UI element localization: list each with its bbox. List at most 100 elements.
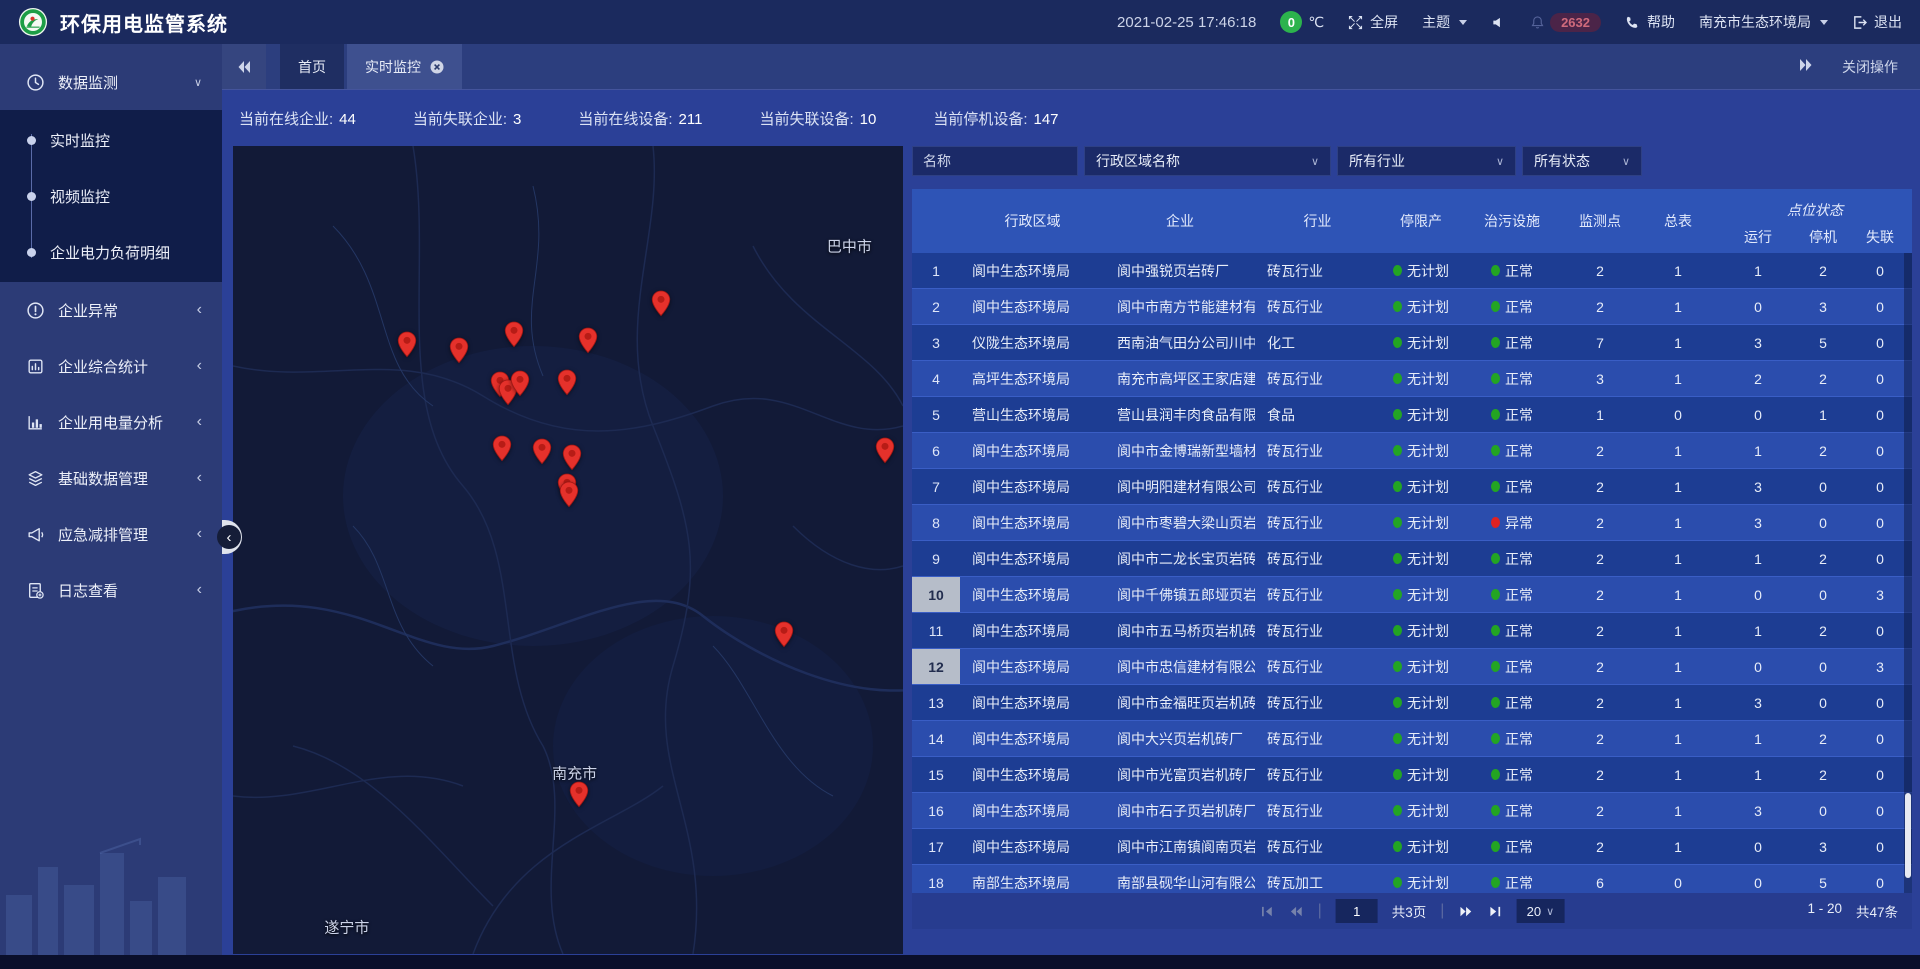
- status-text: 无计划: [1407, 261, 1449, 281]
- cell-running: 0: [1718, 649, 1798, 684]
- cell-company: 西南油气田分公司川中: [1105, 325, 1255, 360]
- row-index: 12: [912, 649, 960, 684]
- cell-total-meters: 1: [1638, 721, 1718, 756]
- sidebar-subitem-realtime-monitoring[interactable]: 实时监控: [0, 112, 222, 168]
- status-filter-select[interactable]: 所有状态: [1522, 146, 1642, 176]
- chevron-double-right-icon: [1798, 57, 1814, 73]
- tabs-scroll-right-button[interactable]: [1798, 57, 1814, 76]
- table-row[interactable]: 13阆中生态环境局阆中市金福旺页岩机砖砖瓦行业无计划正常21300: [912, 685, 1912, 721]
- table-row[interactable]: 2阆中生态环境局阆中市南方节能建材有砖瓦行业无计划正常21030: [912, 289, 1912, 325]
- table-row[interactable]: 9阆中生态环境局阆中市二龙长宝页岩砖砖瓦行业无计划正常21120: [912, 541, 1912, 577]
- row-index: 16: [912, 793, 960, 828]
- org-dropdown[interactable]: 南充市生态环境局: [1699, 12, 1828, 32]
- map-pin[interactable]: [510, 370, 530, 397]
- cell-total-meters: 1: [1638, 757, 1718, 792]
- prev-page-button[interactable]: [1289, 904, 1304, 919]
- map-pin[interactable]: [397, 331, 417, 358]
- sidebar-item-basic-data-management[interactable]: 基础数据管理: [0, 450, 222, 506]
- map-pin[interactable]: [774, 621, 794, 648]
- industry-filter-select[interactable]: 所有行业: [1337, 146, 1516, 176]
- cell-production-limit: 无计划: [1380, 829, 1462, 864]
- map-pin[interactable]: [559, 481, 579, 508]
- table-row[interactable]: 17阆中生态环境局阆中市江南镇阆南页岩砖瓦行业无计划正常21030: [912, 829, 1912, 865]
- sidebar-item-emergency-reduction-management[interactable]: 应急减排管理: [0, 506, 222, 562]
- total-pages-label: 共3页: [1392, 901, 1427, 921]
- cell-production-limit: 无计划: [1380, 325, 1462, 360]
- row-index: 8: [912, 505, 960, 540]
- last-page-button[interactable]: [1487, 904, 1502, 919]
- skyline-decoration: [0, 825, 222, 955]
- fullscreen-button[interactable]: 全屏: [1348, 12, 1398, 32]
- cell-production-limit: 无计划: [1380, 649, 1462, 684]
- table-row[interactable]: 15阆中生态环境局阆中市光富页岩机砖厂砖瓦行业无计划正常21120: [912, 757, 1912, 793]
- cell-treatment-facility: 正常: [1462, 793, 1562, 828]
- bell-icon: [1530, 15, 1545, 30]
- table-scrollbar[interactable]: [1904, 253, 1912, 893]
- cell-region: 仪陇生态环境局: [960, 325, 1105, 360]
- column-group-header: 点位状态: [1718, 200, 1912, 223]
- map-pin[interactable]: [492, 435, 512, 462]
- sidebar-item-enterprise-power-analysis[interactable]: 企业用电量分析: [0, 394, 222, 450]
- status-dot-green: [1393, 481, 1402, 492]
- sidebar-item-enterprise-comprehensive-stats[interactable]: 企业综合统计: [0, 338, 222, 394]
- table-row[interactable]: 12阆中生态环境局阆中市忠信建材有限公砖瓦行业无计划正常21003: [912, 649, 1912, 685]
- table-row[interactable]: 5营山生态环境局营山县润丰肉食品有限食品无计划正常10010: [912, 397, 1912, 433]
- table-row[interactable]: 14阆中生态环境局阆中大兴页岩机砖厂砖瓦行业无计划正常21120: [912, 721, 1912, 757]
- close-operations-button[interactable]: 关闭操作: [1842, 57, 1898, 77]
- chevron-down-icon: [1546, 905, 1554, 918]
- table-row[interactable]: 16阆中生态环境局阆中市石子页岩机砖厂砖瓦行业无计划正常21300: [912, 793, 1912, 829]
- help-button[interactable]: 帮助: [1625, 12, 1675, 32]
- table-row[interactable]: 18南部生态环境局南部县砚华山河有限公砖瓦加工无计划正常60050: [912, 865, 1912, 893]
- notification-area[interactable]: 2632: [1530, 13, 1601, 32]
- close-tab-icon[interactable]: [430, 60, 444, 74]
- table-row[interactable]: 6阆中生态环境局阆中市金博瑞新型墙材砖瓦行业无计划正常21120: [912, 433, 1912, 469]
- tabs-scroll-left-button[interactable]: [222, 44, 266, 89]
- cell-monitor-points: 2: [1562, 829, 1638, 864]
- mute-button[interactable]: [1491, 15, 1506, 30]
- table-row[interactable]: 3仪陇生态环境局西南油气田分公司川中化工无计划正常71350: [912, 325, 1912, 361]
- table-row[interactable]: 11阆中生态环境局阆中市五马桥页岩机砖砖瓦行业无计划正常21120: [912, 613, 1912, 649]
- logout-button[interactable]: 退出: [1852, 12, 1902, 32]
- cell-region: 阆中生态环境局: [960, 253, 1105, 288]
- first-page-button[interactable]: [1260, 904, 1275, 919]
- sidebar-item-enterprise-abnormal[interactable]: 企业异常: [0, 282, 222, 338]
- sidebar-item-log-view[interactable]: 日志查看: [0, 562, 222, 618]
- next-page-button[interactable]: [1458, 904, 1473, 919]
- map-pin[interactable]: [875, 437, 895, 464]
- map-panel[interactable]: 巴中市南充市遂宁市: [233, 146, 903, 954]
- map-pin[interactable]: [557, 369, 577, 396]
- cell-industry: 砖瓦行业: [1255, 613, 1380, 648]
- notification-badge[interactable]: 2632: [1550, 13, 1601, 32]
- table-row[interactable]: 4高坪生态环境局南充市高坪区王家店建砖瓦行业无计划正常31220: [912, 361, 1912, 397]
- map-pin[interactable]: [504, 321, 524, 348]
- table-row[interactable]: 8阆中生态环境局阆中市枣碧大梁山页岩砖瓦行业无计划异常21300: [912, 505, 1912, 541]
- map-pin[interactable]: [449, 337, 469, 364]
- cell-production-limit: 无计划: [1380, 541, 1462, 576]
- table-row[interactable]: 10阆中生态环境局阆中千佛镇五郎垭页岩砖瓦行业无计划正常21003: [912, 577, 1912, 613]
- name-filter-input[interactable]: [912, 146, 1078, 176]
- org-label: 南充市生态环境局: [1699, 12, 1811, 32]
- table-row[interactable]: 7阆中生态环境局阆中明阳建材有限公司砖瓦行业无计划正常21300: [912, 469, 1912, 505]
- sidebar-subitem-enterprise-power-load-detail[interactable]: 企业电力负荷明细: [0, 224, 222, 280]
- theme-dropdown[interactable]: 主题: [1422, 12, 1467, 32]
- cell-total-meters: 1: [1638, 361, 1718, 396]
- map-pin[interactable]: [651, 290, 671, 317]
- tab-home[interactable]: 首页: [280, 44, 344, 89]
- cell-stopped: 3: [1798, 289, 1848, 324]
- page-number-input[interactable]: [1336, 899, 1378, 923]
- scrollbar-thumb[interactable]: [1905, 793, 1911, 878]
- map-pin[interactable]: [569, 781, 589, 808]
- table-row[interactable]: 1阆中生态环境局阆中强锐页岩砖厂砖瓦行业无计划正常21120: [912, 253, 1912, 289]
- map-pin[interactable]: [562, 444, 582, 471]
- page-size-select[interactable]: 20: [1516, 899, 1564, 923]
- map-pin[interactable]: [532, 438, 552, 465]
- cell-monitor-points: 7: [1562, 325, 1638, 360]
- cell-treatment-facility: 正常: [1462, 325, 1562, 360]
- sidebar-item-data-monitoring[interactable]: 数据监测: [0, 54, 222, 110]
- sidebar-subitem-video-monitoring[interactable]: 视频监控: [0, 168, 222, 224]
- status-text: 正常: [1505, 693, 1533, 713]
- map-pin[interactable]: [578, 327, 598, 354]
- tab-realtime-monitoring[interactable]: 实时监控: [347, 44, 462, 89]
- region-filter-select[interactable]: 行政区域名称: [1084, 146, 1331, 176]
- cell-stopped: 2: [1798, 253, 1848, 288]
